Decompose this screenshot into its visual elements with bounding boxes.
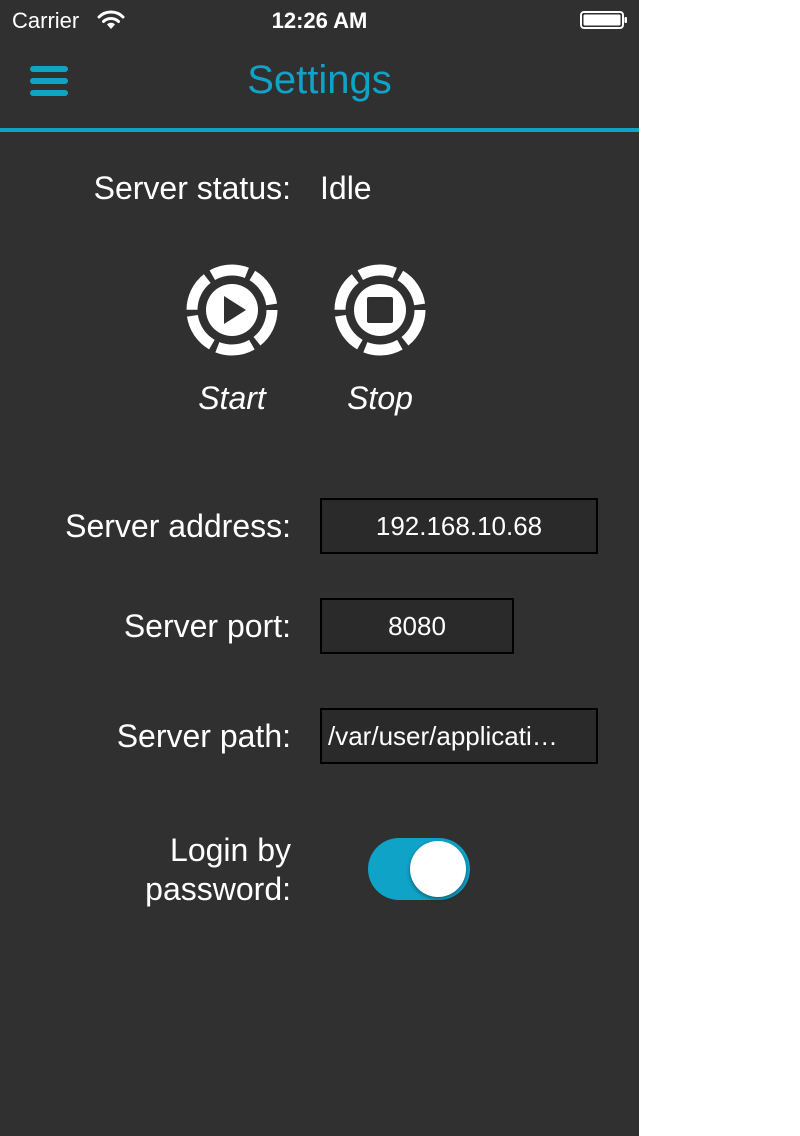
server-address-field[interactable] — [320, 498, 598, 554]
nav-bar: Settings — [0, 40, 639, 129]
page-title: Settings — [247, 58, 392, 102]
login-by-password-label: Login by password: — [0, 831, 291, 909]
settings-screen: Carrier 12:26 AM Settings Server status:… — [0, 0, 639, 1136]
toggle-knob — [410, 841, 466, 897]
server-address-label: Server address: — [65, 508, 291, 544]
server-path-label: Server path: — [116, 718, 291, 754]
login-label-line1: Login by — [170, 832, 291, 868]
nav-divider — [0, 128, 639, 132]
start-label: Start — [198, 380, 266, 416]
server-status-label: Server status: — [93, 170, 291, 206]
start-button[interactable]: Start — [182, 260, 282, 417]
login-label-line2: password: — [145, 871, 291, 907]
server-status-value: Idle — [320, 170, 372, 206]
clock: 12:26 AM — [271, 8, 368, 33]
stop-icon — [334, 264, 426, 356]
server-port-label: Server port: — [123, 608, 291, 644]
stop-label: Stop — [347, 380, 413, 416]
server-port-field[interactable] — [320, 598, 514, 654]
battery-icon — [580, 11, 627, 29]
stop-button[interactable]: Stop — [330, 260, 430, 417]
login-password-toggle[interactable] — [368, 838, 470, 900]
status-bar: Carrier 12:26 AM — [0, 0, 639, 40]
server-path-field[interactable] — [320, 708, 598, 764]
play-icon — [186, 264, 278, 356]
